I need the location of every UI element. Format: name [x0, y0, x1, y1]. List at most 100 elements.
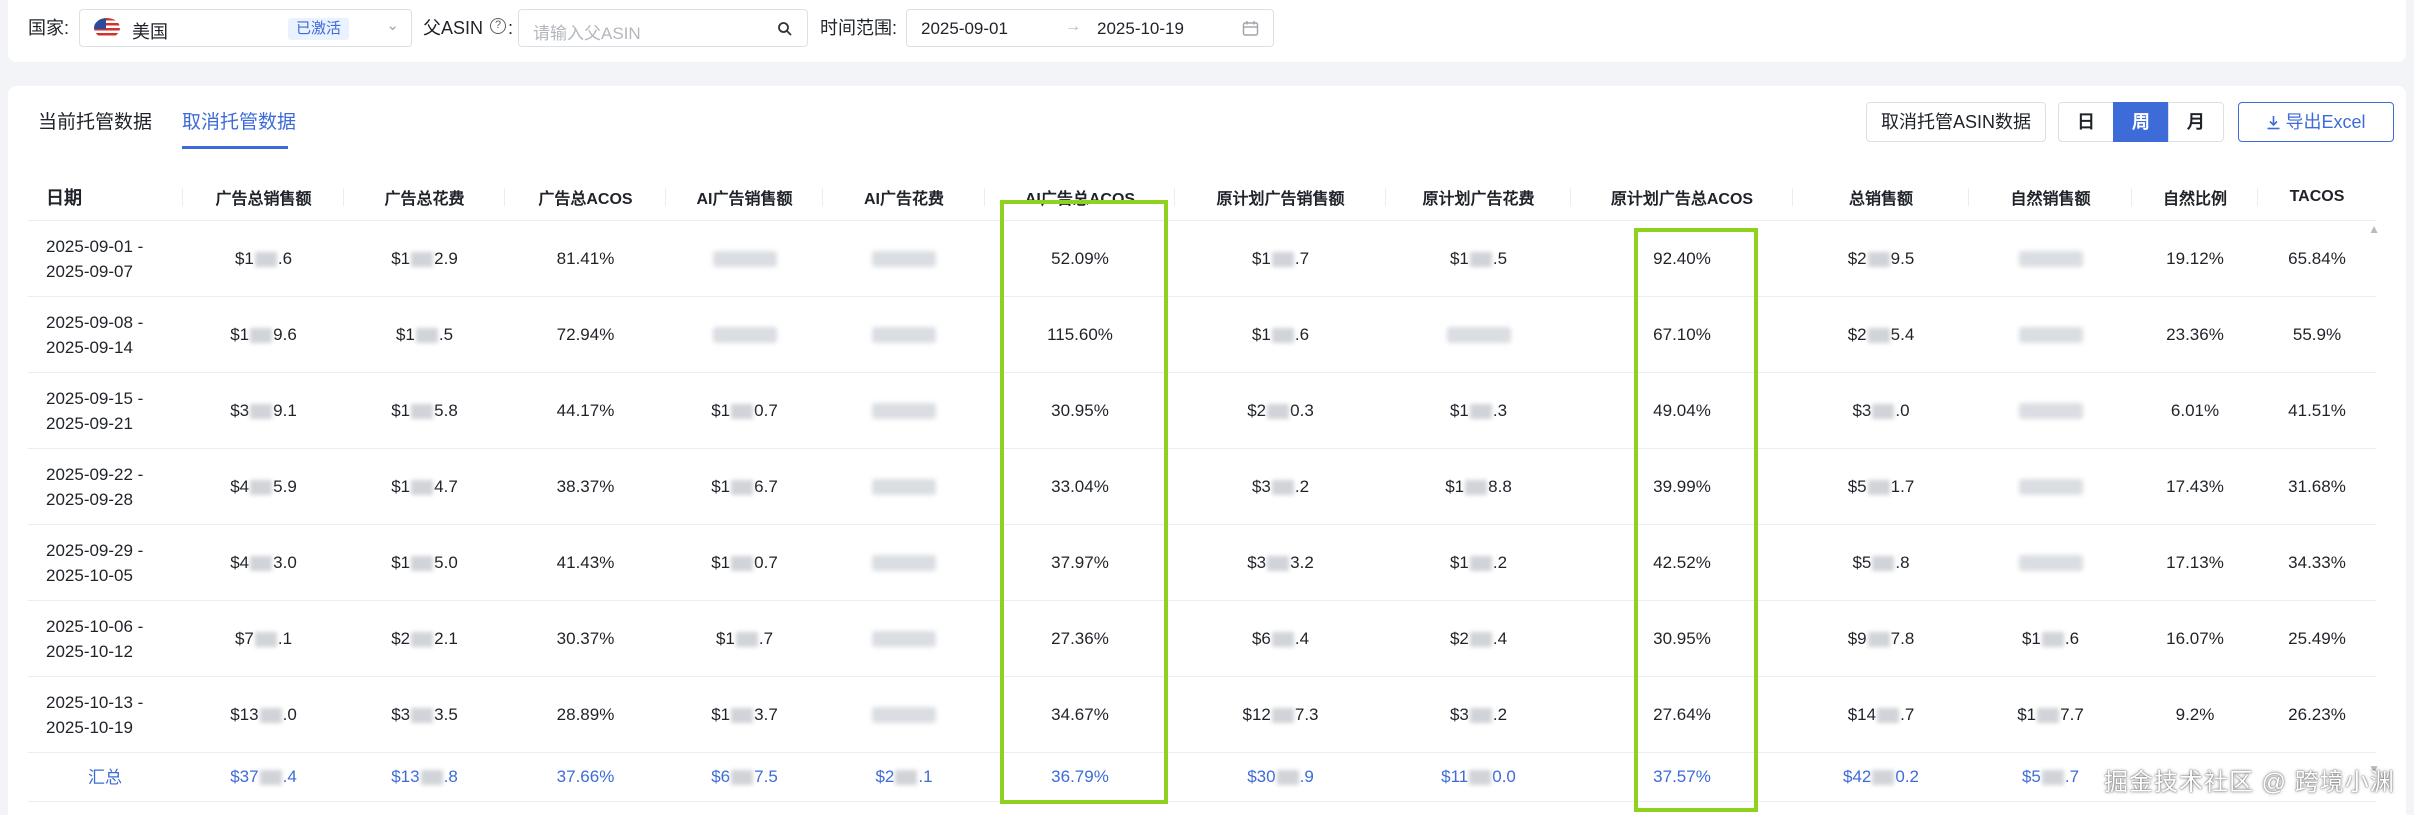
masked-value	[872, 327, 936, 344]
date-range-label: 时间范围:	[820, 18, 898, 38]
period-month-button[interactable]: 月	[2168, 102, 2224, 142]
table-total-row: 汇总 $37.4 $13.8 37.66% $6 7.5 $2.1 36.79% $30.9 $1…	[28, 752, 2376, 802]
ai-ad-sales-cell: $1.7	[666, 600, 823, 677]
masked-value	[1271, 631, 1294, 647]
total-sales-cell: $2 5.4	[1793, 296, 1969, 373]
orig-ad-sales-cell: $12 7.3	[1175, 676, 1386, 753]
organic-sales-cell: $1 7.7	[1969, 676, 2132, 753]
country-value: 美国	[132, 22, 168, 42]
masked-value	[872, 403, 936, 420]
export-label: 导出Excel	[2285, 112, 2366, 132]
ad-acos-cell: 37.66%	[505, 752, 666, 802]
search-icon[interactable]	[777, 21, 793, 37]
masked-value	[1469, 403, 1492, 419]
tab-current-hosted[interactable]: 当前托管数据	[38, 110, 152, 136]
masked-value	[1469, 251, 1492, 267]
masked-value	[872, 707, 936, 724]
masked-value	[2037, 707, 2060, 723]
table-row: 2025-09-15 -2025-09-21 $3 9.1 $1 5.8 44.17% $1…	[28, 372, 2376, 449]
table-row: 2025-09-29 -2025-10-05 $4 3.0 $1 5.0 41.43% $1…	[28, 524, 2376, 601]
ai-ad-sales-cell: $1 0.7	[666, 372, 823, 449]
organic-ratio-cell: 17.43%	[2132, 448, 2258, 525]
tacos-cell: 65.84%	[2258, 220, 2376, 297]
date-start[interactable]: 2025-09-01	[921, 19, 1008, 39]
orig-ad-spend-cell	[1386, 296, 1571, 373]
ad-sales-cell: $1 9.6	[183, 296, 344, 373]
parent-asin-label: 父ASIN	[423, 18, 484, 38]
masked-value	[1469, 631, 1492, 647]
period-day-button[interactable]: 日	[2058, 102, 2114, 142]
column-header: 自然销售额	[1969, 174, 2132, 221]
ad-sales-cell: $37.4	[183, 752, 344, 802]
total-sales-cell: $42 0.2	[1793, 752, 1969, 802]
orig-ad-sales-cell: $2 0.3	[1175, 372, 1386, 449]
parent-asin-input[interactable]: 请输入父ASIN	[518, 9, 808, 47]
scroll-up-arrow-icon[interactable]: ▲	[2368, 222, 2380, 236]
masked-value	[411, 479, 434, 495]
masked-value	[259, 707, 282, 723]
masked-value	[712, 327, 777, 344]
help-icon[interactable]: ?	[490, 18, 506, 34]
masked-value	[872, 251, 936, 268]
masked-value	[254, 631, 277, 647]
active-tab-indicator	[182, 146, 288, 149]
column-header: AI广告花费	[823, 174, 985, 221]
parent-asin-placeholder: 请输入父ASIN	[533, 24, 641, 43]
masked-value	[735, 631, 758, 647]
export-excel-button[interactable]: 导出Excel	[2238, 102, 2394, 142]
masked-value	[1271, 707, 1294, 723]
date-cell: 2025-09-01 -2025-09-07	[28, 220, 183, 297]
date-range-picker[interactable]: 2025-09-01 → 2025-10-19	[906, 9, 1274, 47]
organic-sales-cell	[1969, 524, 2132, 601]
date-cell: 2025-09-08 -2025-09-14	[28, 296, 183, 373]
filter-bar: 国家: 美国 已激活 ⌄ 父ASIN ? : 请输入父ASIN 时间范围: 20…	[8, 0, 2406, 62]
country-select[interactable]: 美国 已激活 ⌄	[79, 9, 412, 47]
masked-value	[1271, 479, 1294, 495]
highlight-box-ai-acos	[1000, 200, 1168, 804]
date-end[interactable]: 2025-10-19	[1097, 19, 1184, 39]
masked-value	[1271, 251, 1294, 267]
calendar-icon[interactable]	[1242, 20, 1259, 37]
ad-spend-cell: $2 2.1	[344, 600, 505, 677]
masked-value	[2018, 327, 2083, 344]
masked-value	[731, 770, 754, 786]
ad-acos-cell: 81.41%	[505, 220, 666, 297]
ad-acos-cell: 38.37%	[505, 448, 666, 525]
chevron-down-icon: ⌄	[386, 17, 399, 34]
status-badge: 已激活	[288, 18, 350, 40]
ad-spend-cell: $13.8	[344, 752, 505, 802]
organic-ratio-cell: 9.2%	[2132, 676, 2258, 753]
organic-sales-cell	[1969, 296, 2132, 373]
column-header: AI广告销售额	[666, 174, 823, 221]
masked-value	[250, 479, 273, 495]
ad-sales-cell: $13.0	[183, 676, 344, 753]
orig-ad-spend-cell: $1.5	[1386, 220, 1571, 297]
masked-value	[731, 707, 754, 723]
tacos-cell: 41.51%	[2258, 372, 2376, 449]
orig-ad-spend-cell: $1 8.8	[1386, 448, 1571, 525]
total-sales-cell: $5 1.7	[1793, 448, 1969, 525]
masked-value	[895, 770, 918, 786]
ai-ad-spend-cell	[823, 676, 985, 753]
ad-spend-cell: $1.5	[344, 296, 505, 373]
column-header: 广告总ACOS	[505, 174, 666, 221]
ad-acos-cell: 30.37%	[505, 600, 666, 677]
orig-ad-sales-cell: $1.7	[1175, 220, 1386, 297]
masked-value	[259, 770, 282, 786]
highlight-box-original-acos	[1634, 228, 1758, 812]
cancel-asin-data-button[interactable]: 取消托管ASIN数据	[1866, 102, 2046, 142]
tab-cancelled-hosted[interactable]: 取消托管数据	[182, 110, 296, 136]
arrow-right-icon: →	[1065, 18, 1081, 35]
masked-value	[1267, 555, 1290, 571]
masked-value	[1867, 631, 1890, 647]
tacos-cell: 55.9%	[2258, 296, 2376, 373]
table-header-row: 日期 广告总销售额 广告总花费 广告总ACOS AI广告销售额 AI广告花费 A…	[28, 174, 2376, 221]
ad-acos-cell: 41.43%	[505, 524, 666, 601]
ai-ad-spend-cell	[823, 220, 985, 297]
column-header: 自然比例	[2132, 174, 2258, 221]
masked-value	[1872, 403, 1895, 419]
period-week-button[interactable]: 周	[2113, 102, 2169, 142]
tacos-cell: 34.33%	[2258, 524, 2376, 601]
date-cell: 2025-09-22 -2025-09-28	[28, 448, 183, 525]
masked-value	[1867, 251, 1890, 267]
